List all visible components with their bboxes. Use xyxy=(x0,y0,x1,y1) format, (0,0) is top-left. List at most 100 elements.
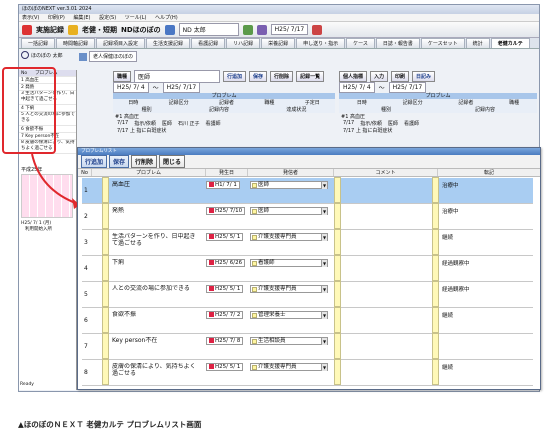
close-button[interactable]: 閉じる xyxy=(159,155,186,168)
reporter-select[interactable]: 介護支援専門員 ▼ xyxy=(250,285,328,293)
menu-tools[interactable]: ツール(L) xyxy=(125,15,147,21)
search-icon[interactable] xyxy=(21,51,29,59)
menu-settings[interactable]: 設定(S) xyxy=(99,15,116,21)
problem-text[interactable]: Key person不在 xyxy=(112,337,200,344)
problem-text[interactable]: 高血圧 xyxy=(112,181,200,188)
problem-text[interactable]: 発熱 xyxy=(112,207,200,214)
tab-nursing[interactable]: 看護記録 xyxy=(191,38,226,48)
tab-timeline-record[interactable]: 時間軸記録 xyxy=(56,38,96,48)
date-field[interactable]: H25/ 7/17 xyxy=(270,24,309,35)
tab-bulk-record[interactable]: 一括記録 xyxy=(21,38,56,48)
user-field[interactable]: ND 太郎 xyxy=(178,23,239,36)
diary-button[interactable]: 日記み xyxy=(412,70,436,82)
table-row[interactable]: 4 下痢 H25/ 6/26 看護師 ▼ 経過観察中 xyxy=(82,255,533,282)
delete-row-button[interactable]: 行削除 xyxy=(270,70,294,82)
chevron-down-icon[interactable]: ▼ xyxy=(321,338,327,345)
problem-text[interactable]: 生活パターンを作り、日中起きて過ごせる xyxy=(112,233,200,247)
calendar-icon[interactable] xyxy=(209,338,214,343)
calendar-icon[interactable] xyxy=(209,312,214,317)
onset-date-field[interactable]: H25/ 5/ 1 xyxy=(206,285,244,293)
tab-stats[interactable]: 統計 xyxy=(465,38,490,48)
star-icon[interactable] xyxy=(68,24,78,35)
mini-calendar[interactable] xyxy=(21,174,73,218)
add-row-button[interactable]: 行追加 xyxy=(81,155,108,168)
problem-text[interactable]: 食欲不振 xyxy=(112,311,200,318)
onset-date-field[interactable]: H25/ 5/ 1 xyxy=(206,233,244,241)
refresh-icon[interactable] xyxy=(242,24,253,35)
save-button[interactable]: 保存 xyxy=(249,70,268,82)
onset-date-field[interactable]: H25/ 7/ 2 xyxy=(206,311,244,319)
input-button[interactable]: 入力 xyxy=(370,70,389,82)
right-date-to[interactable]: H25/ 7/17 xyxy=(388,81,427,93)
calendar-icon[interactable] xyxy=(209,364,214,369)
home-icon[interactable] xyxy=(22,24,32,35)
menu-edit[interactable]: 編集(E) xyxy=(73,15,90,21)
date-to-field[interactable]: H25/ 7/17 xyxy=(162,81,201,93)
table-row[interactable]: 2 発熱 H25/ 7/10 医師 ▼ 治療中 xyxy=(82,203,533,230)
print-button[interactable]: 印刷 xyxy=(391,70,410,82)
table-row[interactable]: 3 生活パターンを作り、日中起きて過ごせる H25/ 5/ 1 介護支援専門員 ▼ 継続 xyxy=(82,229,533,256)
problem-text[interactable]: 下痢 xyxy=(112,259,200,266)
tab-case[interactable]: ケース xyxy=(346,38,375,48)
user-search-icon[interactable] xyxy=(256,24,267,35)
reporter-select[interactable]: 医師 ▼ xyxy=(250,181,328,189)
outcome-status: 継続 xyxy=(442,313,454,319)
tab-living-support[interactable]: 生活支援記録 xyxy=(146,38,191,48)
calendar-icon[interactable] xyxy=(209,286,214,291)
date-from-field[interactable]: H25/ 7/ 4 xyxy=(113,81,149,93)
problem-text[interactable]: 皮膚の保清により、気持ちよく過ごせる xyxy=(112,363,200,377)
facility-select-icon[interactable] xyxy=(164,24,175,35)
chevron-down-icon[interactable]: ▼ xyxy=(321,260,327,267)
record-list-button[interactable]: 記録一覧 xyxy=(296,70,325,82)
reporter-color-marker xyxy=(252,313,257,318)
reporter-select[interactable]: 管理栄養士 ▼ xyxy=(250,311,328,319)
reporter-select[interactable]: 介護支援専門員 ▼ xyxy=(250,363,328,371)
row-number: 3 xyxy=(84,239,88,246)
reporter-select[interactable]: 看護師 ▼ xyxy=(250,259,328,267)
tab-diary[interactable]: 日誌・報告書 xyxy=(375,38,420,48)
onset-date-field[interactable]: H25/ 7/10 xyxy=(206,207,246,215)
save-button[interactable]: 保存 xyxy=(109,155,130,168)
tab-handover[interactable]: 申し送り・指示 xyxy=(296,38,346,48)
reporter-select[interactable]: 医師 ▼ xyxy=(250,207,328,215)
onset-date-field[interactable]: H25/ 7/ 8 xyxy=(206,337,244,345)
table-row[interactable]: 6 食欲不振 H25/ 7/ 2 管理栄養士 ▼ 継続 xyxy=(82,307,533,334)
table-row[interactable]: 7 Key person不在 H25/ 7/ 8 生活相談員 ▼ xyxy=(82,333,533,360)
chevron-down-icon[interactable]: ▼ xyxy=(321,234,327,241)
calendar-icon[interactable] xyxy=(209,234,214,239)
tab-item-settings[interactable]: 記録項目入設定 xyxy=(96,38,146,48)
onset-date-field[interactable]: H1/ 7/ 1 xyxy=(206,181,240,189)
tab-roken-karte[interactable]: 老健カルテ xyxy=(490,38,530,48)
table-row[interactable]: 5 人との交流の場に参加できる H25/ 5/ 1 介護支援専門員 ▼ 経過観察中 xyxy=(82,281,533,308)
col-kind: 種別 xyxy=(380,107,391,113)
right-date-from[interactable]: H25/ 7/ 4 xyxy=(339,81,375,93)
delete-row-button[interactable]: 行削除 xyxy=(131,155,158,168)
calendar-icon[interactable] xyxy=(209,260,214,265)
add-row-button[interactable]: 行追加 xyxy=(223,70,247,82)
table-row[interactable]: 1 高血圧 H1/ 7/ 1 医師 ▼ 治療中 xyxy=(82,177,533,204)
onset-date-field[interactable]: H25/ 5/ 1 xyxy=(206,363,244,371)
problem-text[interactable]: 人との交流の場に参加できる xyxy=(112,285,200,292)
entry-row[interactable]: 7/17 指示/依頼 医師 石川 正子 看護師 xyxy=(113,120,335,127)
calendar-icon[interactable] xyxy=(312,24,323,35)
chevron-down-icon[interactable]: ▼ xyxy=(321,286,327,293)
chevron-down-icon[interactable]: ▼ xyxy=(321,208,327,215)
menu-print[interactable]: 印刷(P) xyxy=(48,15,65,21)
reporter-select[interactable]: 介護支援専門員 ▼ xyxy=(250,233,328,241)
menu-view[interactable]: 表示(V) xyxy=(22,15,39,21)
personal-index-button[interactable]: 個人指標 xyxy=(339,70,368,82)
table-row[interactable]: 8 皮膚の保清により、気持ちよく過ごせる H25/ 5/ 1 介護支援専門員 ▼ 継続 xyxy=(82,359,533,386)
chevron-down-icon[interactable]: ▼ xyxy=(321,364,327,371)
chevron-down-icon[interactable]: ▼ xyxy=(321,312,327,319)
tab-case-set[interactable]: ケースセット xyxy=(420,38,465,48)
right-entry-row[interactable]: 7/17 指示/依頼 医師 看護師 xyxy=(339,120,537,127)
calendar-icon[interactable] xyxy=(209,182,214,187)
menu-help[interactable]: ヘルプ(H) xyxy=(155,15,178,21)
reporter-select[interactable]: 生活相談員 ▼ xyxy=(250,337,328,345)
tab-rehab[interactable]: リハ記録 xyxy=(226,38,261,48)
calendar-icon[interactable] xyxy=(209,208,214,213)
onset-date-field[interactable]: H25/ 6/26 xyxy=(206,259,246,267)
chevron-down-icon[interactable]: ▼ xyxy=(321,182,327,189)
facility-search-field[interactable]: 老人保健ほのぼの xyxy=(89,51,138,62)
tab-nutrition[interactable]: 栄養記録 xyxy=(261,38,296,48)
